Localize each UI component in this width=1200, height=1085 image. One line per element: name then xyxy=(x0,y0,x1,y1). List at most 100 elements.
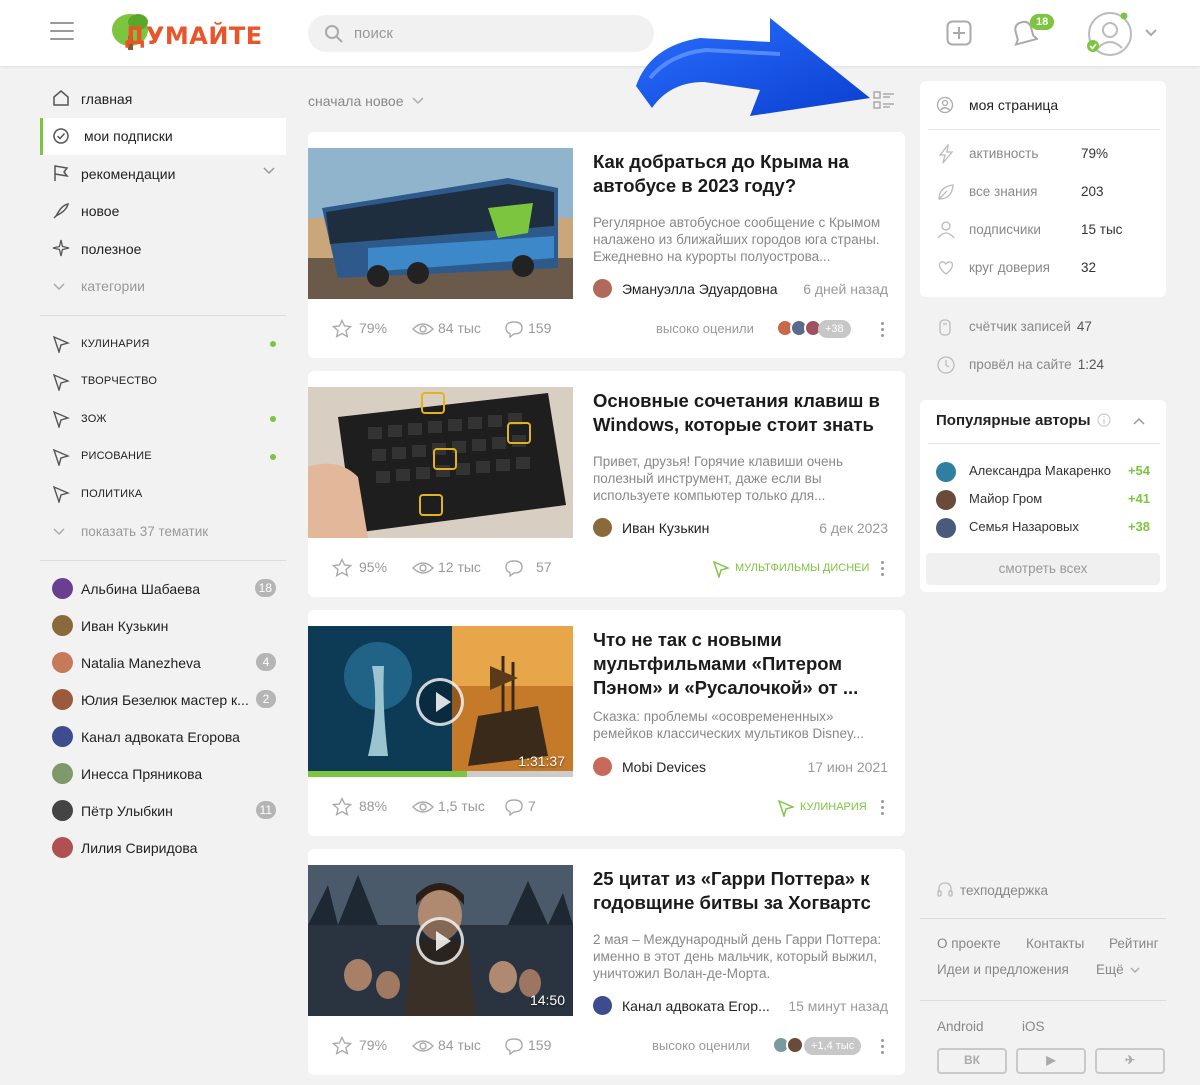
rated-more[interactable]: +38 xyxy=(818,320,851,338)
topic-item[interactable]: рисование xyxy=(40,438,286,476)
support-label: техподдержка xyxy=(960,883,1049,898)
footer-link-rating[interactable]: Рейтинг xyxy=(1109,936,1159,951)
topic-item[interactable]: политика xyxy=(40,475,286,513)
chevron-down-icon[interactable] xyxy=(262,166,276,176)
article-author[interactable]: Mobi Devices 17 июн 2021 xyxy=(593,757,888,779)
youtube-button[interactable]: ▶ xyxy=(1016,1048,1086,1074)
post-time: 6 дней назад xyxy=(803,281,888,297)
play-button-icon[interactable] xyxy=(416,917,464,965)
comment-icon[interactable] xyxy=(504,1037,524,1055)
search-input[interactable] xyxy=(354,15,644,52)
more-menu-icon[interactable] xyxy=(881,561,885,579)
footer-link-about[interactable]: О проекте xyxy=(937,936,1001,951)
flag-icon xyxy=(54,165,69,181)
article-thumbnail-video[interactable]: 14:50 xyxy=(308,865,573,1016)
my-page-link[interactable]: моя страница xyxy=(936,95,1151,115)
app-ios-link[interactable]: iOS xyxy=(1022,1019,1045,1034)
article-card[interactable]: Как добраться до Крыма на автобусе в 202… xyxy=(308,132,905,358)
subscription-item[interactable]: Иван Кузькин xyxy=(40,607,286,644)
article-thumbnail-keyboard[interactable] xyxy=(308,387,573,538)
support-link[interactable]: техподдержка xyxy=(936,881,1048,899)
home-icon xyxy=(53,90,69,106)
comment-icon[interactable] xyxy=(504,798,524,816)
telegram-button[interactable]: ✈ xyxy=(1095,1048,1165,1074)
subscription-item[interactable]: Юлия Безелюк мастер к... 2 xyxy=(40,681,286,718)
nav-categories[interactable]: категории xyxy=(40,268,286,306)
topic-tag[interactable]: мультфильмы диснеи xyxy=(735,562,869,574)
chevron-down-icon[interactable] xyxy=(1144,28,1158,38)
avatar[interactable] xyxy=(1086,10,1134,58)
stat-row[interactable]: подписчики 15 тыс xyxy=(936,220,1151,240)
article-thumbnail-bus[interactable] xyxy=(308,148,573,299)
article-card[interactable]: Основные сочетания клавиш в Windows, кот… xyxy=(308,371,905,597)
eye-icon xyxy=(412,801,434,813)
avatar xyxy=(52,578,73,599)
topic-item[interactable]: кулинария xyxy=(40,325,286,363)
see-all-button[interactable]: смотреть всех xyxy=(926,553,1160,585)
info-icon[interactable] xyxy=(1097,413,1111,427)
article-author[interactable]: Иван Кузькин 6 дек 2023 xyxy=(593,518,888,540)
topic-tag[interactable]: кулинария xyxy=(800,801,867,813)
footer-link-contacts[interactable]: Контакты xyxy=(1026,936,1084,951)
nav-home[interactable]: главная xyxy=(40,80,286,118)
subscription-item[interactable]: Инесса Пряникова xyxy=(40,755,286,792)
footer-link-ideas[interactable]: Идеи и предложения xyxy=(937,962,1069,977)
comment-icon[interactable] xyxy=(504,320,524,338)
stat-row[interactable]: все знания 203 xyxy=(936,182,1151,202)
article-author[interactable]: Канал адвоката Егор... 15 минут назад xyxy=(593,996,888,1018)
topic-arrow-icon xyxy=(52,335,70,353)
nav-subscriptions[interactable]: мои подписки xyxy=(40,117,286,155)
article-card[interactable]: 1:31:37 Что не так с новыми мультфильмам… xyxy=(308,610,905,836)
popular-author-row[interactable]: Александра Макаренко +54 xyxy=(936,460,1150,482)
topic-item[interactable]: зож xyxy=(40,400,286,438)
article-thumbnail-video[interactable]: 1:31:37 xyxy=(308,626,573,777)
subscription-item[interactable]: Natalia Manezheva 4 xyxy=(40,644,286,681)
chevron-up-icon[interactable] xyxy=(1132,416,1146,426)
stat-row[interactable]: активность 79% xyxy=(936,144,1151,164)
star-icon[interactable] xyxy=(332,319,352,339)
article-title[interactable]: Как добраться до Крыма на автобусе в 202… xyxy=(593,150,893,198)
vk-button[interactable]: ВК xyxy=(937,1048,1007,1074)
unread-count: 11 xyxy=(255,801,276,819)
article-card[interactable]: 14:50 25 цитат из «Гарри Поттера» к годо… xyxy=(308,849,905,1075)
menu-icon[interactable] xyxy=(50,22,74,42)
more-menu-icon[interactable] xyxy=(881,1039,885,1057)
article-title[interactable]: 25 цитат из «Гарри Поттера» к годовщине … xyxy=(593,867,893,915)
rated-more[interactable]: +1,4 тыс xyxy=(804,1037,862,1055)
app-android-link[interactable]: Android xyxy=(937,1019,984,1034)
subscription-item[interactable]: Лилия Свиридова xyxy=(40,829,286,866)
nav-new[interactable]: новое xyxy=(40,193,286,231)
star-icon[interactable] xyxy=(332,558,352,578)
logo[interactable]: ДУМАЙТЕ xyxy=(108,8,262,58)
search-bar[interactable] xyxy=(308,15,654,52)
more-menu-icon[interactable] xyxy=(881,800,885,818)
nav-recommendations[interactable]: рекомендации xyxy=(40,155,286,193)
popular-author-row[interactable]: Семья Назаровых +38 xyxy=(936,516,1150,538)
footer-link-more[interactable]: Ещё xyxy=(1096,962,1141,977)
article-excerpt: Сказка: проблемы «осовремененных» ремейк… xyxy=(593,709,865,741)
subscription-item[interactable]: Пётр Улыбкин 11 xyxy=(40,792,286,829)
sort-dropdown[interactable]: сначала новое xyxy=(308,93,425,109)
play-button-icon[interactable] xyxy=(416,678,464,726)
stat-row[interactable]: круг доверия 32 xyxy=(936,258,1151,278)
popular-author-row[interactable]: Майор Гром +41 xyxy=(936,488,1150,510)
list-view-icon[interactable] xyxy=(873,91,895,111)
subscription-item[interactable]: Альбина Шабаева 18 xyxy=(40,570,286,607)
author-points: +41 xyxy=(1127,491,1150,506)
more-menu-icon[interactable] xyxy=(881,322,885,340)
nav-label: рекомендации xyxy=(81,165,176,182)
article-title[interactable]: Основные сочетания клавиш в Windows, кот… xyxy=(593,389,893,437)
author-name: Эмануэлла Эдуардовна xyxy=(622,281,778,297)
nav-useful[interactable]: полезное xyxy=(40,230,286,268)
add-post-icon[interactable] xyxy=(946,20,972,46)
new-dot xyxy=(270,341,276,347)
star-icon[interactable] xyxy=(332,1036,352,1056)
subscription-item[interactable]: Канал адвоката Егорова xyxy=(40,718,286,755)
topic-item[interactable]: творчество xyxy=(40,363,286,401)
article-title[interactable]: Что не так с новыми мультфильмами «Питер… xyxy=(593,628,893,700)
counter-icon xyxy=(939,319,951,336)
comment-icon[interactable] xyxy=(504,559,524,577)
star-icon[interactable] xyxy=(332,797,352,817)
article-author[interactable]: Эмануэлла Эдуардовна 6 дней назад xyxy=(593,279,888,301)
show-topics[interactable]: показать 37 тематик xyxy=(40,513,286,551)
